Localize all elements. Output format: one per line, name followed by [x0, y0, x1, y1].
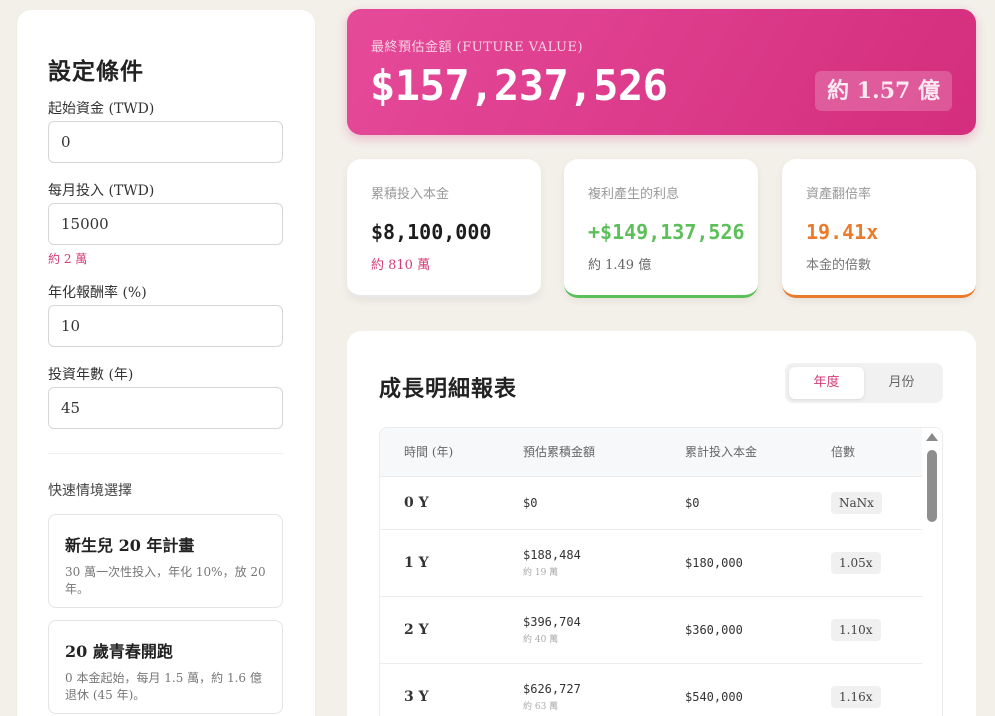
row-amount-approx: 約 40 萬 — [523, 634, 559, 645]
row-principal: $360,000 — [685, 622, 743, 637]
table-row: 1 Y $188,484 約 19 萬 $180,000 1.05x — [380, 529, 924, 596]
scenario-title: 新生兒 20 年計畫 — [65, 536, 195, 555]
stat-value: +$149,137,526 — [588, 220, 745, 244]
row-amount: $626,727 — [523, 681, 581, 696]
row-amount-approx: 約 19 萬 — [523, 567, 559, 578]
growth-report-card: 成長明細報表 年度 月份 時間 (年) 預估累積金額 累計投入本金 倍數 0 Y… — [347, 331, 976, 716]
toggle-monthly[interactable]: 月份 — [864, 367, 939, 399]
table-row: 3 Y $626,727 約 63 萬 $540,000 1.16x — [380, 663, 924, 716]
principal-card: 累積投入本金 $8,100,000 約 810 萬 — [347, 159, 541, 298]
toggle-yearly[interactable]: 年度 — [789, 367, 864, 399]
scenario-title: 20 歲青春開跑 — [65, 642, 173, 661]
annual-return-label: 年化報酬率 (%) — [48, 285, 147, 301]
monthly-investment-input[interactable]: 15000 — [48, 203, 283, 245]
stat-sub: 約 1.49 億 — [588, 258, 652, 273]
growth-table: 時間 (年) 預估累積金額 累計投入本金 倍數 0 Y $0 $0 NaNx 1… — [379, 427, 943, 716]
monthly-investment-label: 每月投入 (TWD) — [48, 183, 155, 199]
multiplier-card: 資產翻倍率 19.41x 本金的倍數 — [782, 159, 976, 298]
row-ratio-badge: NaNx — [831, 491, 882, 514]
row-ratio-badge: 1.05x — [831, 551, 881, 574]
scenario-card-newborn[interactable]: 新生兒 20 年計畫 30 萬一次性投入，年化 10%，放 20 年。 — [48, 514, 283, 608]
row-ratio-badge: 1.16x — [831, 685, 881, 708]
period-toggle: 年度 月份 — [785, 363, 943, 403]
quick-scenario-title: 快速情境選擇 — [48, 483, 132, 499]
annual-return-input[interactable]: 10 — [48, 305, 283, 347]
scroll-thumb[interactable] — [927, 450, 937, 522]
stat-value: 19.41x — [806, 220, 879, 244]
row-principal: $540,000 — [685, 689, 743, 704]
report-title: 成長明細報表 — [379, 376, 518, 402]
column-header-year: 時間 (年) — [404, 445, 454, 460]
row-amount: $188,484 — [523, 547, 581, 562]
row-year: 0 Y — [404, 494, 429, 511]
scenario-desc: 0 本金起始，每月 1.5 萬，約 1.6 億退休 (45 年)。 — [65, 671, 262, 703]
column-header-amount: 預估累積金額 — [523, 445, 596, 460]
interest-card: 複利產生的利息 +$149,137,526 約 1.49 億 — [564, 159, 758, 298]
settings-title: 設定條件 — [48, 58, 144, 85]
scenario-desc: 30 萬一次性投入，年化 10%，放 20 年。 — [65, 565, 266, 597]
row-year: 3 Y — [404, 688, 429, 705]
stat-value: $8,100,000 — [371, 220, 492, 244]
table-scrollbar[interactable] — [922, 428, 942, 716]
settings-panel: 設定條件 起始資金 (TWD) 0 每月投入 (TWD) 15000 約 2 萬… — [17, 10, 315, 716]
row-amount: $0 — [523, 495, 538, 510]
table-row: 2 Y $396,704 約 40 萬 $360,000 1.10x — [380, 596, 924, 663]
stat-label: 資產翻倍率 — [806, 187, 872, 202]
monthly-investment-hint: 約 2 萬 — [48, 252, 88, 266]
table-row: 0 Y $0 $0 NaNx — [380, 476, 924, 529]
row-year: 1 Y — [404, 554, 429, 571]
initial-capital-label: 起始資金 (TWD) — [48, 101, 155, 117]
stat-sub: 約 810 萬 — [371, 258, 431, 273]
scroll-up-icon[interactable] — [926, 433, 938, 441]
stat-label: 累積投入本金 — [371, 187, 450, 202]
row-ratio-badge: 1.10x — [831, 618, 881, 641]
stat-label: 複利產生的利息 — [588, 187, 680, 202]
future-value-card: 最終預估金額 (FUTURE VALUE) $157,237,526 約 1.5… — [347, 9, 976, 135]
investment-years-input[interactable]: 45 — [48, 387, 283, 429]
investment-years-label: 投資年數 (年) — [48, 367, 134, 383]
scenario-card-age-20[interactable]: 20 歲青春開跑 0 本金起始，每月 1.5 萬，約 1.6 億退休 (45 年… — [48, 620, 283, 714]
column-header-principal: 累計投入本金 — [685, 445, 758, 460]
row-principal: $180,000 — [685, 555, 743, 570]
row-year: 2 Y — [404, 621, 429, 638]
row-amount: $396,704 — [523, 614, 581, 629]
row-principal: $0 — [685, 495, 700, 510]
initial-capital-input[interactable]: 0 — [48, 121, 283, 163]
row-amount-approx: 約 63 萬 — [523, 701, 559, 712]
table-header: 時間 (年) 預估累積金額 累計投入本金 倍數 — [380, 428, 924, 476]
future-value-badge: 約 1.57 億 — [815, 71, 952, 111]
future-value-label: 最終預估金額 (FUTURE VALUE) — [371, 40, 584, 55]
divider — [48, 453, 283, 454]
stat-sub: 本金的倍數 — [806, 258, 872, 273]
future-value-amount: $157,237,526 — [370, 61, 668, 110]
column-header-ratio: 倍數 — [831, 445, 856, 460]
